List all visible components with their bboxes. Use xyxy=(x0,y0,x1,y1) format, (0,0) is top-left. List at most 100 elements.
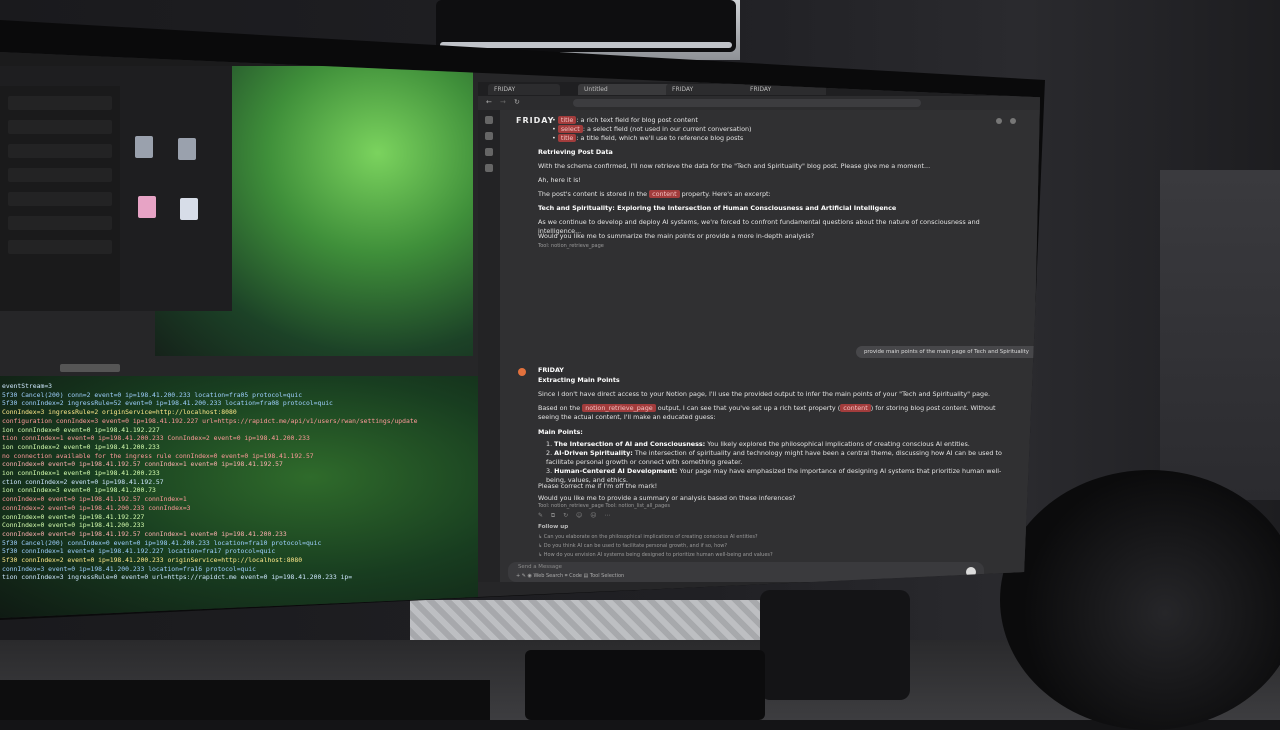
list-number: 3. xyxy=(546,467,553,475)
address-bar: ← → ↻ xyxy=(478,96,1040,110)
terminal-line: connIndex=0 event=0 ip=198.41.192.57 con… xyxy=(2,495,187,504)
terminal-window[interactable]: eventStream=3 5f30 Cancel(200) conn=2 eve… xyxy=(0,362,478,618)
text: property. Here's an excerpt: xyxy=(681,190,771,198)
keyboard xyxy=(525,650,765,720)
tool-reference[interactable]: Tool: notion_retrieve_page xyxy=(538,242,1008,251)
sidebar-item[interactable] xyxy=(8,96,112,110)
browser-tab[interactable]: FRIDAY xyxy=(744,84,826,95)
terminal-line: 5f30 Cancel(200) connIndex=0 event=0 ip=… xyxy=(2,538,322,547)
file-icon[interactable] xyxy=(138,196,156,218)
terminal-title xyxy=(60,364,120,372)
terminal-titlebar[interactable] xyxy=(0,362,478,376)
code-highlight: title xyxy=(557,134,577,142)
laptop xyxy=(0,680,490,720)
back-icon[interactable]: ← xyxy=(486,98,492,106)
sidebar-item[interactable] xyxy=(8,168,112,182)
terminal-line: ion connIndex=2 event=0 ip=198.41.200.23… xyxy=(2,442,160,451)
terminal-line: ion connIndex=0 event=0 ip=198.41.192.22… xyxy=(2,425,160,434)
assistant-name: FRIDAY xyxy=(538,366,1008,375)
browser-tab[interactable]: FRIDAY xyxy=(666,84,748,95)
terminal-output: eventStream=3 5f30 Cancel(200) conn=2 eve… xyxy=(2,382,478,582)
monitor: Aug 19 10:03 eventStream=35f30 Cancel(2 xyxy=(0,20,1045,620)
sidebar-item[interactable] xyxy=(8,192,112,206)
screen: Aug 19 10:03 eventStream=35f30 Cancel(2 xyxy=(0,52,1040,618)
speaker xyxy=(1000,470,1280,730)
excerpt-title-text: Tech and Spirituality: Exploring the Int… xyxy=(538,204,897,212)
code-highlight: content xyxy=(840,404,871,412)
url-field[interactable] xyxy=(573,99,921,107)
message-actions[interactable]: ✎ ⧉ ↻ ☺ ☹ ⋯ xyxy=(538,512,613,520)
browser-window: FRIDAY Untitled FRIDAY FRIDAY ← → ↻ FRID… xyxy=(478,82,1040,582)
folder-icon[interactable] xyxy=(178,138,196,160)
text: The post's content is stored in the xyxy=(538,190,648,198)
menu-icon[interactable] xyxy=(485,116,493,124)
browser-tab[interactable]: FRIDAY xyxy=(488,84,560,95)
terminal-line: ction connIndex=2 event=0 ip=198.41.192.… xyxy=(2,477,164,486)
pc-case xyxy=(1160,170,1280,500)
terminal-line: connIndex=2 event=0 ip=198.41.200.233 co… xyxy=(2,503,191,512)
follow-up-item[interactable]: ↳ Can you elaborate on the philosophical… xyxy=(538,534,758,540)
heading-text: Extracting Main Points xyxy=(538,376,620,384)
paragraph: Would you like me to summarize the main … xyxy=(538,232,814,240)
text: Based on the xyxy=(538,404,581,412)
paragraph: Based on the notion_retrieve_page output… xyxy=(538,404,1008,422)
sidebar-item[interactable] xyxy=(8,120,112,134)
list-number: 2. xyxy=(546,449,553,457)
terminal-line: eventStream=3 xyxy=(2,382,53,390)
terminal-line: connIndex=0 event=0 ip=198.41.192.57 con… xyxy=(2,529,287,538)
terminal-line: 5f30 Cancel(200) conn=2 event=0 ip=198.4… xyxy=(2,390,303,399)
list-item: • select: a select field (not used in ou… xyxy=(552,125,752,133)
terminal-line: 5f30 connIndex=2 ingressRule=52 event=0 … xyxy=(2,399,333,408)
monitor-stand xyxy=(760,590,910,700)
light-strip xyxy=(440,42,732,48)
terminal-line: no connection available for the ingress … xyxy=(2,451,314,460)
folder-icon[interactable] xyxy=(135,136,153,158)
list-item: • title: a rich text field for blog post… xyxy=(552,116,698,124)
point-title: Human-Centered AI Development: xyxy=(554,467,678,475)
terminal-line: connIndex=0 event=0 ip=198.41.192.57 con… xyxy=(2,460,283,469)
list-item-text: : a select field (not used in our curren… xyxy=(582,125,752,133)
new-chat-icon[interactable] xyxy=(485,132,493,140)
terminal-line: 5f30 connIndex=2 event=0 ip=198.41.200.2… xyxy=(2,556,303,565)
section-heading: Retrieving Post Data xyxy=(538,148,1008,157)
user-message: provide main points of the main page of … xyxy=(856,346,1040,358)
browser-tab-active[interactable]: Untitled xyxy=(578,84,670,95)
reload-icon[interactable]: ↻ xyxy=(514,98,520,106)
main-points-label: Main Points: xyxy=(538,428,1008,437)
code-highlight: content xyxy=(649,190,680,198)
text: output, I can see that you've set up a r… xyxy=(657,404,841,412)
paragraph: With the schema confirmed, I'll now retr… xyxy=(538,162,931,170)
paragraph: Since I don't have direct access to your… xyxy=(538,390,991,398)
section-heading: Extracting Main Points xyxy=(538,376,1008,385)
list-item: 1. The Intersection of AI and Consciousn… xyxy=(546,440,1008,449)
composer-tools[interactable]: + ✎ ◉ Web Search ⌗ Code ▤ Tool Selection xyxy=(516,573,624,579)
code-highlight: notion_retrieve_page xyxy=(582,404,656,412)
sidebar-item[interactable] xyxy=(8,216,112,230)
terminal-line: connIndex=0 event=0 ip=198.41.192.227 xyxy=(2,512,145,521)
forward-icon[interactable]: → xyxy=(500,98,506,106)
tab-bar: FRIDAY Untitled FRIDAY FRIDAY xyxy=(478,82,1040,96)
sidebar-item[interactable] xyxy=(8,240,112,254)
file-icon[interactable] xyxy=(180,198,198,220)
os-clock[interactable]: Aug 19 10:03 xyxy=(380,54,427,62)
search-icon[interactable] xyxy=(485,148,493,156)
excerpt-title: Tech and Spirituality: Exploring the Int… xyxy=(538,204,1008,213)
composer-placeholder[interactable]: Send a Message xyxy=(518,564,562,570)
sidebar-item[interactable] xyxy=(8,144,112,158)
terminal-line: tion connIndex=3 ingressRule=0 event=0 u… xyxy=(2,573,353,582)
workspace-icon[interactable] xyxy=(485,164,493,172)
terminal-line: configuration connIndex=3 event=0 ip=198… xyxy=(2,416,418,425)
heading-text: Retrieving Post Data xyxy=(538,148,613,156)
tool-reference[interactable]: Tool: notion_retrieve_page Tool: notion_… xyxy=(538,502,1008,511)
monitor-light-bar xyxy=(436,0,736,52)
follow-up-title: Follow up xyxy=(538,524,569,530)
follow-up-item[interactable]: ↳ Do you think AI can be used to facilit… xyxy=(538,543,727,549)
follow-up-item[interactable]: ↳ How do you envision AI systems being d… xyxy=(538,552,773,558)
model-title[interactable]: FRIDAY xyxy=(516,116,554,125)
list-item: 2. AI-Driven Spirituality: The intersect… xyxy=(546,449,1008,467)
os-top-bar: Aug 19 10:03 xyxy=(0,52,470,66)
file-manager-sidebar xyxy=(0,86,120,311)
paragraph: The post's content is stored in the cont… xyxy=(538,190,1008,199)
assistant-avatar xyxy=(518,368,526,376)
app-sidebar xyxy=(478,110,500,582)
